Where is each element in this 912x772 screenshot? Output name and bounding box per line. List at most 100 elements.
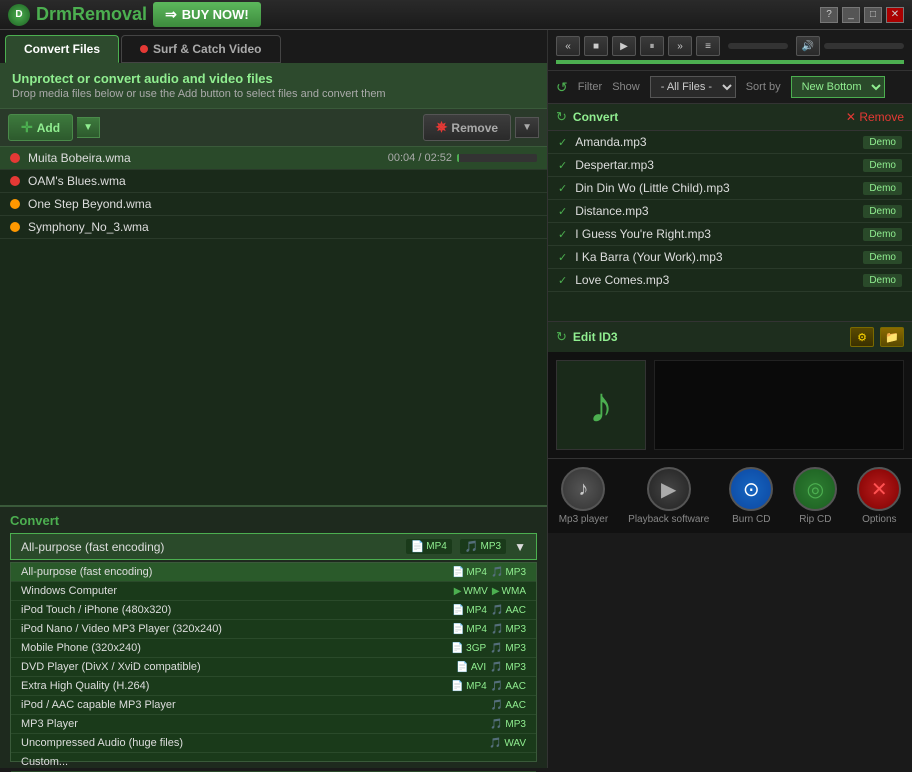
format-badges: 📄 MP4 🎵 MP3 [452,567,526,578]
player-progress[interactable] [728,43,788,49]
file-progress-fill [457,154,459,162]
convert-item-6[interactable]: Extra High Quality (H.264) 📄 MP4 🎵 AAC [11,677,536,696]
format-badges: 🎵 AAC [491,700,526,711]
file-name: Muita Bobeira.wma [28,151,388,165]
playlist-item-1[interactable]: ✓ Despertar.mp3 Demo [548,154,912,177]
add-button[interactable]: ✛ Add [8,114,73,141]
options-button[interactable]: ✕ Options [857,467,901,525]
convert-item-2[interactable]: iPod Touch / iPhone (480x320) 📄 MP4 🎵 AA… [11,601,536,620]
demo-badge: Demo [863,205,902,218]
play-button[interactable]: ▶ [612,36,636,56]
convert-item-7[interactable]: iPod / AAC capable MP3 Player 🎵 AAC [11,696,536,715]
remove-button[interactable]: ✵ Remove [423,114,511,141]
convert-item-8[interactable]: MP3 Player 🎵 MP3 [11,715,536,734]
format-name: All-purpose (fast encoding) [21,566,452,578]
stop-button[interactable]: ■ [584,36,608,56]
tab-convert-files[interactable]: Convert Files [5,35,119,63]
maximize-button[interactable]: □ [864,7,882,23]
panel-header: Unprotect or convert audio and video fil… [0,63,547,109]
playback-software-button[interactable]: ▶ Playback software [628,467,709,525]
demo-badge: Demo [863,228,902,241]
file-time: 00:04 / 02:52 [388,152,452,164]
playlist-remove-button[interactable]: ✕ Remove [846,110,904,124]
file-status-dot [10,176,20,186]
mp3-player-button[interactable]: ♪ Mp3 player [559,467,608,525]
fmt-wav: 🎵 WAV [489,738,526,749]
pause-button[interactable]: ⏸ [640,36,664,56]
fmt-mp4: 📄 MP4 [451,681,487,692]
player-controls: « ■ ▶ ⏸ » ≡ 🔊 [556,36,904,56]
help-button[interactable]: ? [820,7,838,23]
file-item-1[interactable]: OAM's Blues.wma [0,170,547,193]
convert-item-1[interactable]: Windows Computer ▶ WMV ▶ WMA [11,582,536,601]
volume-button[interactable]: 🔊 [796,36,820,56]
tab-surf-catch[interactable]: Surf & Catch Video [121,35,280,63]
file-item-0[interactable]: Muita Bobeira.wma 00:04 / 02:52 [0,147,547,170]
volume-slider[interactable] [824,43,904,49]
show-label: Show [612,81,640,93]
playlist-item-2[interactable]: ✓ Din Din Wo (Little Child).mp3 Demo [548,177,912,200]
convert-item-5[interactable]: DVD Player (DivX / XviD compatible) 📄 AV… [11,658,536,677]
convert-item-3[interactable]: iPod Nano / Video MP3 Player (320x240) 📄… [11,620,536,639]
id3-folder-button[interactable]: 📁 [880,327,904,347]
check-icon: ✓ [558,182,567,195]
check-icon: ✓ [558,205,567,218]
format-name: Extra High Quality (H.264) [21,680,451,692]
fmt-avi: 📄 AVI [456,662,486,673]
fmt-mp4: 📄 MP4 [452,605,487,616]
right-panel: « ■ ▶ ⏸ » ≡ 🔊 ↺ Filter Show - All Files … [548,30,912,768]
demo-badge: Demo [863,251,902,264]
convert-item-custom[interactable]: Custom... [11,753,536,772]
playlist-item-6[interactable]: ✓ Love Comes.mp3 Demo [548,269,912,292]
convert-item-4[interactable]: Mobile Phone (320x240) 📄 3GP 🎵 MP3 [11,639,536,658]
demo-badge: Demo [863,159,902,172]
edit-id3-title: Edit ID3 [573,330,850,344]
refresh-button[interactable]: ↺ [556,79,568,96]
fmt-mp3: 🎵 MP3 [490,719,526,730]
id3-settings-button[interactable]: ⚙ [850,327,874,347]
format-name: Uncompressed Audio (huge files) [21,737,489,749]
rewind-button[interactable]: « [556,36,580,56]
format-name: iPod / AAC capable MP3 Player [21,699,491,711]
format-badges: 📄 MP4 🎵 AAC [451,681,526,692]
burn-cd-button[interactable]: ⊙ Burn CD [729,467,773,525]
file-status-dot [10,153,20,163]
burn-cd-label: Burn CD [732,514,770,525]
format-name: Windows Computer [21,585,454,597]
music-note-icon: ♪ [589,376,614,434]
options-label: Options [862,514,896,525]
playlist-item-4[interactable]: ✓ I Guess You're Right.mp3 Demo [548,223,912,246]
convert-item-0[interactable]: All-purpose (fast encoding) 📄 MP4 🎵 MP3 [11,563,536,582]
sort-select[interactable]: New Bottom [791,76,885,98]
playlist-actions: ✕ Remove [846,110,904,124]
add-dropdown-button[interactable]: ▼ [77,117,100,138]
title-bar: D DrmRemoval BUY NOW! ? _ □ ✕ [0,0,912,30]
title-bar-controls: ? _ □ ✕ [820,7,904,23]
buy-now-button[interactable]: BUY NOW! [153,2,261,27]
check-icon: ✓ [558,136,567,149]
remove-dropdown-button[interactable]: ▼ [515,117,539,138]
format-name: iPod Nano / Video MP3 Player (320x240) [21,623,452,635]
playlist-item-0[interactable]: ✓ Amanda.mp3 Demo [548,131,912,154]
playlist-item-5[interactable]: ✓ I Ka Barra (Your Work).mp3 Demo [548,246,912,269]
format-name: DVD Player (DivX / XviD compatible) [21,661,456,673]
panel-title: Unprotect or convert audio and video fil… [12,71,535,86]
convert-format-dropdown[interactable]: All-purpose (fast encoding) 📄 MP4 🎵 MP3 … [10,533,537,560]
edit-id3-section: ↻ Edit ID3 ⚙ 📁 [548,321,912,352]
fmt-mp4: 📄 MP4 [452,624,487,635]
close-button[interactable]: ✕ [886,7,904,23]
fmt-mp4: 📄 MP4 [452,567,487,578]
minimize-button[interactable]: _ [842,7,860,23]
forward-button[interactable]: » [668,36,692,56]
demo-badge: Demo [863,182,902,195]
convert-item-9[interactable]: Uncompressed Audio (huge files) 🎵 WAV [11,734,536,753]
edit-id3-buttons: ⚙ 📁 [850,327,904,347]
file-item-2[interactable]: One Step Beyond.wma [0,193,547,216]
filter-select[interactable]: - All Files - [650,76,736,98]
fmt-aac: 🎵 AAC [491,700,526,711]
file-item-3[interactable]: Symphony_No_3.wma [0,216,547,239]
playlist-item-3[interactable]: ✓ Distance.mp3 Demo [548,200,912,223]
format-badges: 📄 AVI 🎵 MP3 [456,662,526,673]
menu-button[interactable]: ≡ [696,36,720,56]
rip-cd-button[interactable]: ◎ Rip CD [793,467,837,525]
